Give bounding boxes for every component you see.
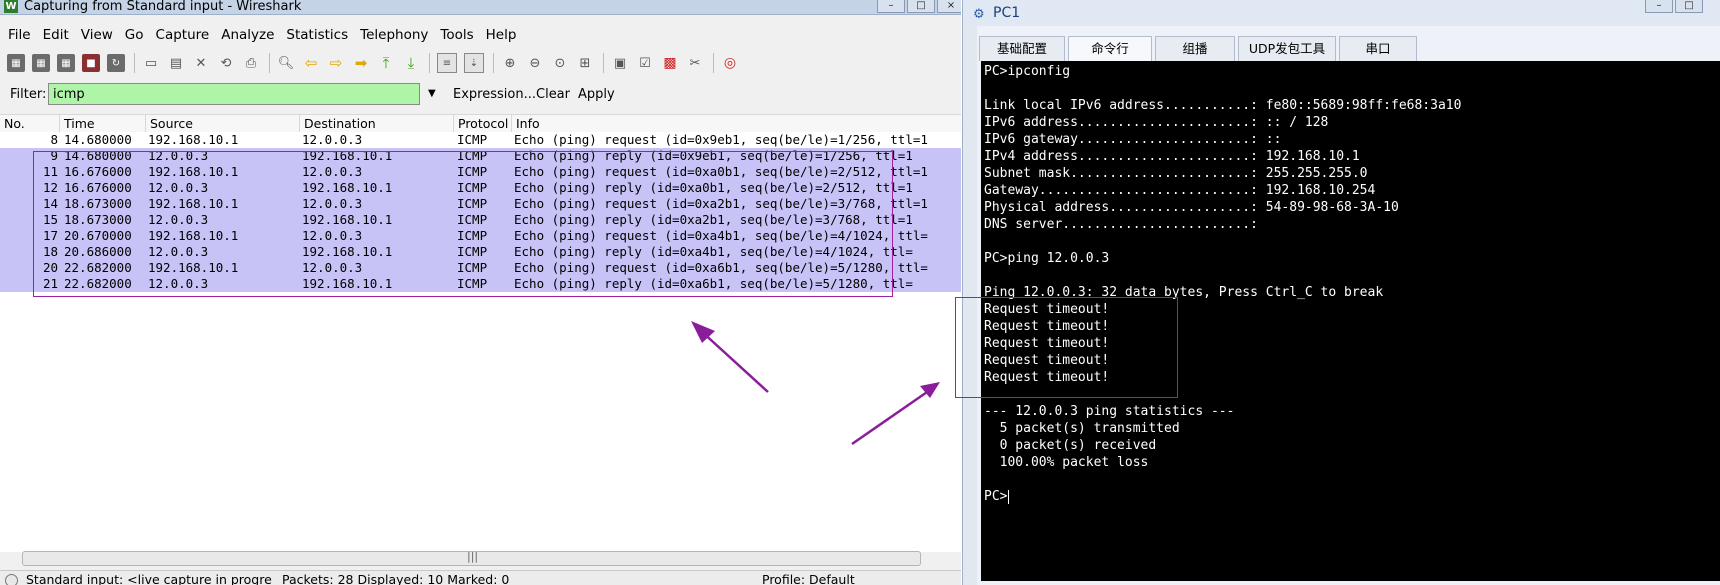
arrow-line-to-timeouts (851, 388, 931, 446)
arrow-line-to-replies (699, 329, 769, 393)
annotation-arrows (691, 321, 940, 446)
